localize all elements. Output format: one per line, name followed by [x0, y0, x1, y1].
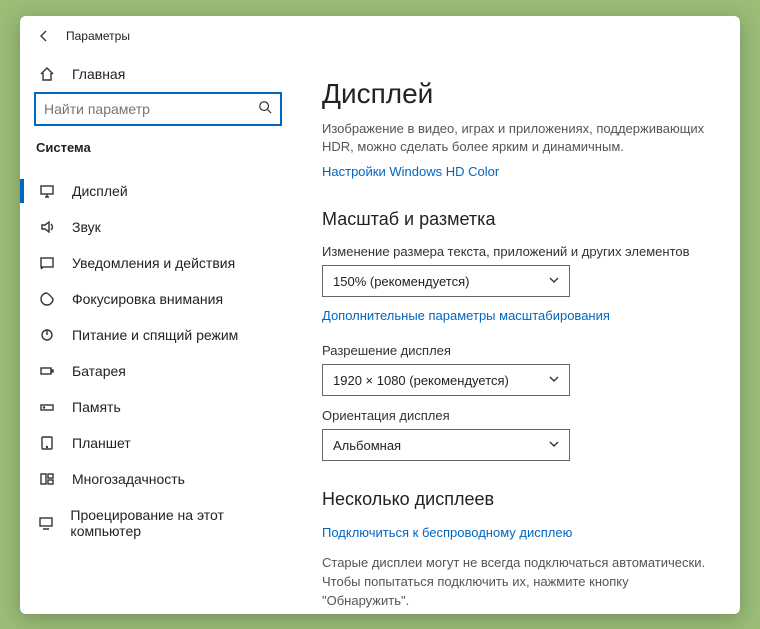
sidebar-item-label: Память: [72, 399, 121, 415]
sidebar-item-tablet[interactable]: Планшет: [20, 425, 296, 461]
advanced-scaling-link[interactable]: Дополнительные параметры масштабирования: [322, 308, 610, 323]
hdr-settings-link[interactable]: Настройки Windows HD Color: [322, 164, 499, 179]
multi-description: Старые дисплеи могут не всегда подключат…: [322, 554, 714, 611]
sound-icon: [36, 219, 58, 235]
search-icon: [258, 100, 272, 117]
sidebar-item-label: Проецирование на этот компьютер: [70, 507, 282, 539]
settings-window: Параметры Главная Система: [20, 16, 740, 614]
hdr-description: Изображение в видео, играх и приложениях…: [322, 120, 714, 158]
display-icon: [36, 183, 58, 199]
sidebar-item-label: Звук: [72, 219, 101, 235]
sidebar-item-label: Фокусировка внимания: [72, 291, 223, 307]
sidebar-item-focus[interactable]: Фокусировка внимания: [20, 281, 296, 317]
sidebar-item-projecting[interactable]: Проецирование на этот компьютер: [20, 497, 296, 549]
sidebar-item-display[interactable]: Дисплей: [20, 173, 296, 209]
chevron-down-icon: [549, 439, 559, 452]
content: Дисплей Изображение в видео, играх и при…: [296, 56, 740, 614]
scale-dropdown[interactable]: 150% (рекомендуется): [322, 265, 570, 297]
wireless-display-link[interactable]: Подключиться к беспроводному дисплею: [322, 525, 572, 540]
sidebar-item-sound[interactable]: Звук: [20, 209, 296, 245]
titlebar: Параметры: [20, 16, 740, 56]
power-icon: [36, 327, 58, 343]
sidebar-nav: Дисплей Звук Уведомления и действия: [20, 165, 296, 549]
scale-heading: Масштаб и разметка: [322, 209, 714, 230]
search-box[interactable]: [34, 92, 282, 126]
sidebar-section-label: Система: [20, 140, 296, 165]
sidebar-item-label: Батарея: [72, 363, 126, 379]
sidebar-home-label: Главная: [72, 66, 125, 82]
page-title: Дисплей: [322, 78, 714, 110]
home-icon: [36, 66, 58, 82]
chevron-down-icon: [549, 374, 559, 387]
sidebar-item-notifications[interactable]: Уведомления и действия: [20, 245, 296, 281]
scale-label: Изменение размера текста, приложений и д…: [322, 244, 714, 259]
sidebar: Главная Система Дисплей: [20, 56, 296, 614]
search-input[interactable]: [44, 101, 258, 117]
app-title: Параметры: [66, 29, 130, 43]
sidebar-item-label: Уведомления и действия: [72, 255, 235, 271]
sidebar-item-label: Питание и спящий режим: [72, 327, 238, 343]
tablet-icon: [36, 435, 58, 451]
orientation-dropdown[interactable]: Альбомная: [322, 429, 570, 461]
sidebar-item-battery[interactable]: Батарея: [20, 353, 296, 389]
resolution-label: Разрешение дисплея: [322, 343, 714, 358]
focus-icon: [36, 291, 58, 307]
resolution-value: 1920 × 1080 (рекомендуется): [333, 373, 509, 388]
storage-icon: [36, 399, 58, 415]
sidebar-home[interactable]: Главная: [20, 56, 296, 92]
multi-displays-heading: Несколько дисплеев: [322, 489, 714, 510]
orientation-value: Альбомная: [333, 438, 401, 453]
search-wrap: [20, 92, 296, 140]
sidebar-item-label: Планшет: [72, 435, 131, 451]
sidebar-item-multitask[interactable]: Многозадачность: [20, 461, 296, 497]
sidebar-item-storage[interactable]: Память: [20, 389, 296, 425]
battery-icon: [36, 363, 58, 379]
resolution-dropdown[interactable]: 1920 × 1080 (рекомендуется): [322, 364, 570, 396]
orientation-label: Ориентация дисплея: [322, 408, 714, 423]
sidebar-item-label: Дисплей: [72, 183, 128, 199]
notification-icon: [36, 255, 58, 271]
multitask-icon: [36, 471, 58, 487]
back-button[interactable]: [34, 28, 54, 44]
sidebar-item-power[interactable]: Питание и спящий режим: [20, 317, 296, 353]
projecting-icon: [36, 515, 56, 531]
chevron-down-icon: [549, 275, 559, 288]
sidebar-item-label: Многозадачность: [72, 471, 185, 487]
app-body: Главная Система Дисплей: [20, 56, 740, 614]
scale-value: 150% (рекомендуется): [333, 274, 469, 289]
